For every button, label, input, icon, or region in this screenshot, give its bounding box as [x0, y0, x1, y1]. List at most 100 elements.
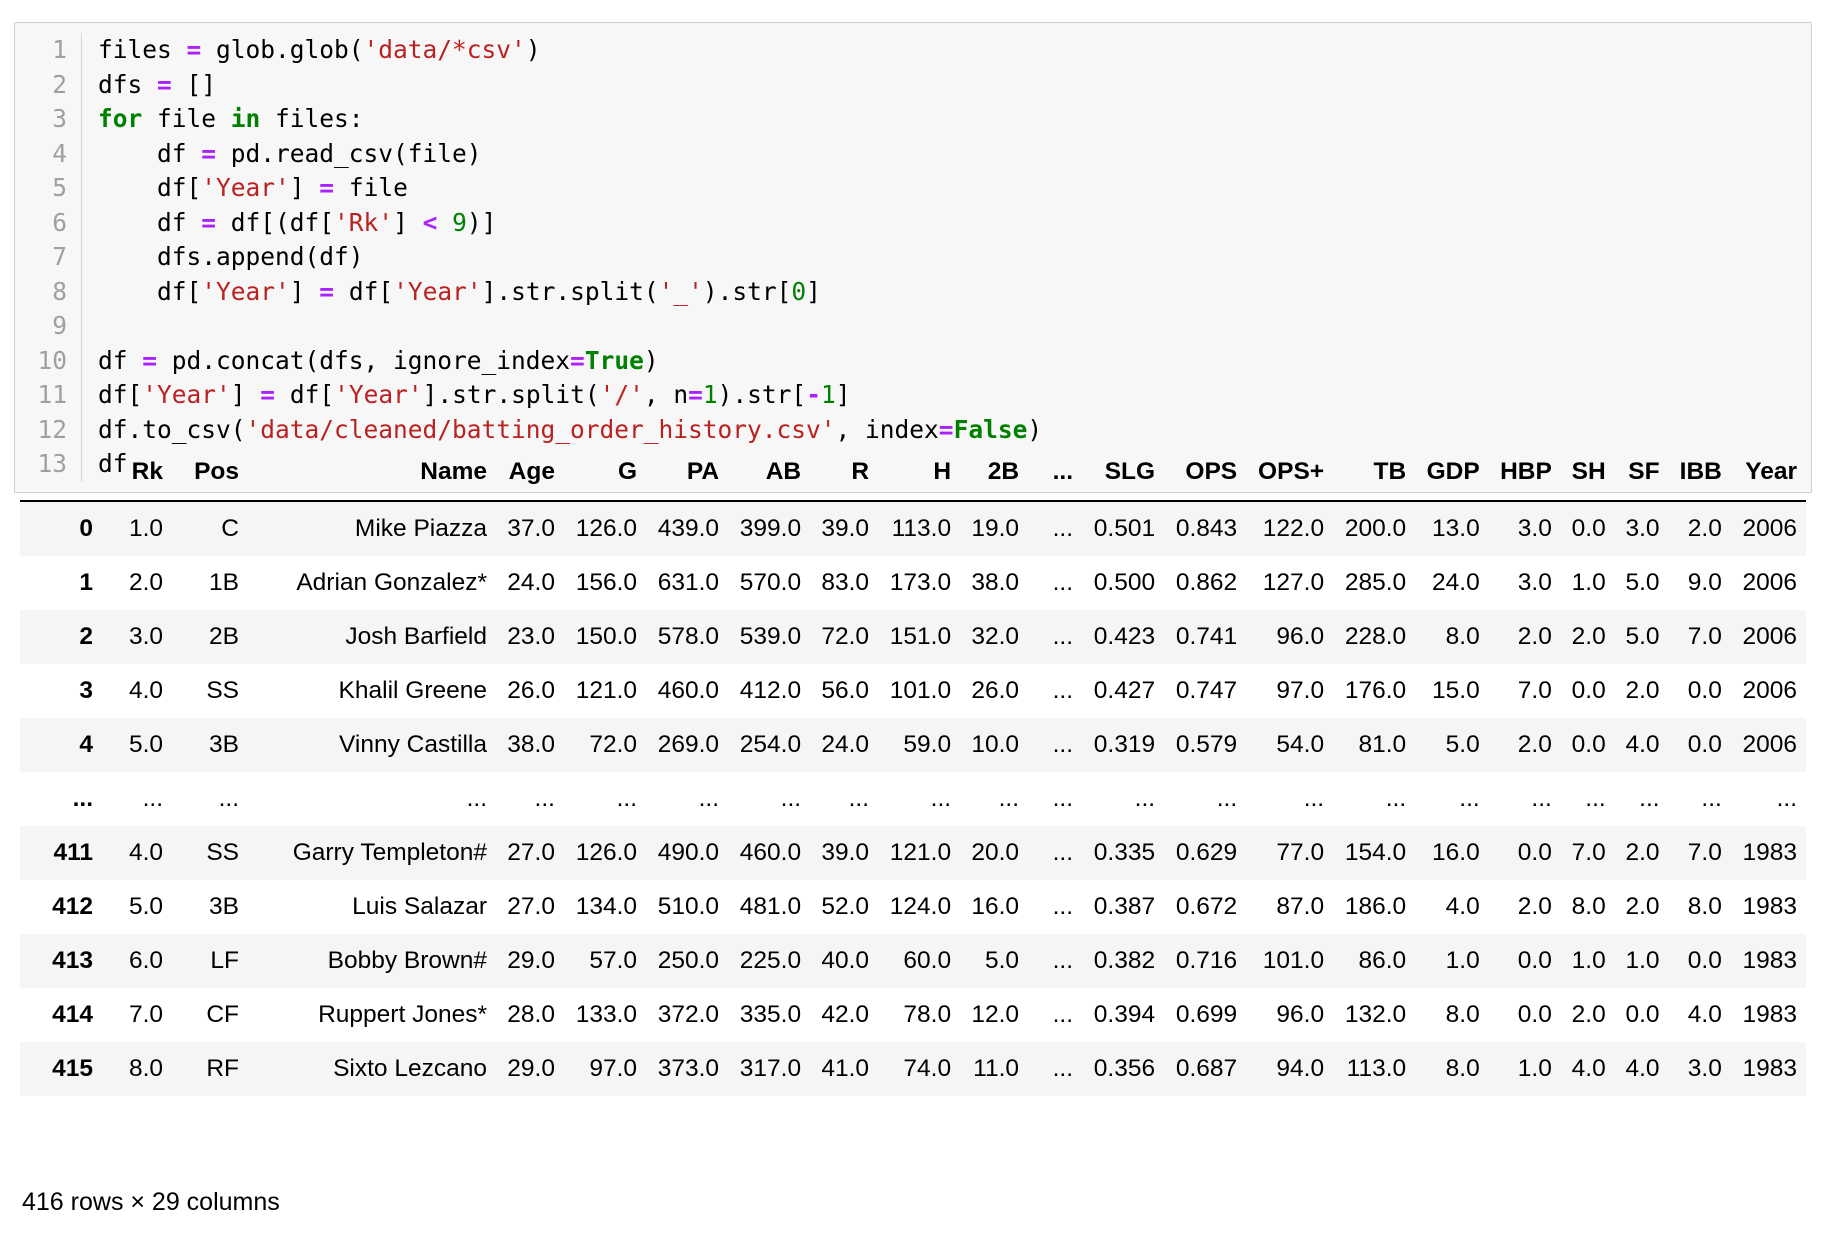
table-cell: 1.0 [1445, 947, 1480, 974]
code-cell[interactable]: 1 files = glob.glob('data/*csv') 2 dfs = []… [14, 22, 1812, 493]
code-line: 6 df = df[(df['Rk'] < 9)] [15, 205, 1811, 240]
table-cell: 4.0 [1571, 1055, 1606, 1082]
table-cell: ... [1052, 569, 1074, 596]
table-cell: 1983 [1742, 947, 1797, 974]
code-token: df [98, 138, 202, 168]
table-cell: 0.394 [1093, 1001, 1156, 1028]
table-cell: 578.0 [657, 623, 720, 650]
table-cell: 0.716 [1175, 947, 1238, 974]
table-row: 411 4.0 SS Garry Templeton# 27.0 126.0 490.0 46… [20, 826, 1806, 880]
column-header-sh: SH [1560, 452, 1615, 502]
table-cell: 1983 [1742, 893, 1797, 920]
table-cell: 97.0 [1276, 677, 1325, 704]
table-cell: 13.0 [1432, 515, 1480, 542]
table-cell: 2.0 [1517, 893, 1552, 920]
table-cell: 19.0 [971, 515, 1020, 542]
table-cell: 3.0 [128, 623, 163, 650]
code-token: 'Year' [393, 276, 482, 306]
table-cell: 1.0 [1571, 569, 1606, 596]
column-header-name: Name [248, 452, 496, 502]
table-cell: 0.319 [1093, 731, 1156, 758]
table-row: ........................................… [20, 772, 1806, 826]
table-cell: 5.0 [128, 731, 163, 758]
code-token: '_' [658, 276, 703, 306]
table-cell: CF [206, 1001, 239, 1028]
table-cell: ... [698, 785, 720, 812]
code-token: 'Rk' [334, 207, 394, 237]
code-token: file [142, 104, 231, 133]
table-cell: 0.500 [1093, 569, 1156, 596]
table-cell: ... [142, 785, 163, 812]
table-cell: 2006 [1742, 515, 1797, 542]
table-cell: 0.0 [1571, 677, 1606, 704]
table-cell: 335.0 [739, 1001, 802, 1028]
table-cell: ... [1052, 785, 1074, 812]
code-token: ) [1027, 414, 1043, 444]
table-cell: SS [206, 677, 239, 704]
row-index: 3 [79, 677, 93, 704]
table-cell: ... [1459, 785, 1480, 812]
code-line: 12 df.to_csv('data/cleaned/batting_order_… [15, 412, 1811, 447]
table-cell: Josh Barfield [345, 623, 487, 650]
table-cell: 3.0 [1517, 569, 1552, 596]
table-row: 412 5.0 3B Luis Salazar 27.0 134.0 510.0 481.0 5… [20, 880, 1806, 934]
table-cell: 8.0 [1445, 1001, 1480, 1028]
table-cell: 0.335 [1093, 839, 1156, 866]
table-cell: 26.0 [507, 677, 555, 704]
code-token: file [334, 173, 408, 202]
table-row: 4 5.0 3B Vinny Castilla 38.0 72.0 269.0 254.0 24… [20, 718, 1806, 772]
code-line: 1 files = glob.glob('data/*csv') [15, 33, 1811, 68]
table-cell: RF [206, 1055, 239, 1082]
code-token: 'data/cleaned/batting_order_history.csv' [245, 414, 836, 444]
table-cell: 96.0 [1276, 1001, 1325, 1028]
table-cell: 0.579 [1175, 731, 1238, 758]
table-cell: 0.0 [1625, 1001, 1660, 1028]
table-cell: 439.0 [657, 515, 720, 542]
row-index: 411 [53, 839, 93, 866]
table-cell: 83.0 [821, 569, 870, 596]
table-cell: 8.0 [1445, 1055, 1480, 1082]
table-cell: 5.0 [984, 947, 1020, 974]
table-cell: 200.0 [1344, 515, 1407, 542]
table-cell: 40.0 [821, 947, 870, 974]
table-cell: 11.0 [973, 1055, 1020, 1082]
code-token: for [98, 104, 143, 133]
table-cell: 86.0 [1358, 947, 1407, 974]
table-cell: 3B [209, 893, 239, 920]
table-cell: 156.0 [575, 569, 637, 596]
table-cell: ... [1639, 785, 1660, 812]
table-cell: 16.0 [971, 893, 1020, 920]
table-cell: 3.0 [1625, 515, 1660, 542]
table-cell: 72.0 [589, 731, 637, 758]
table-cell: 16.0 [1432, 839, 1480, 866]
code-editor[interactable]: 1 files = glob.glob('data/*csv') 2 dfs = []… [15, 33, 1811, 482]
table-cell: 8.0 [1687, 893, 1722, 920]
table-cell: 0.501 [1093, 515, 1156, 542]
table-cell: ... [1385, 785, 1407, 812]
column-header-age: Age [496, 452, 564, 502]
table-cell: 74.0 [903, 1055, 952, 1082]
column-header-gdp: GDP [1415, 452, 1489, 502]
table-cell: 0.0 [1687, 947, 1722, 974]
table-cell: 126.0 [575, 839, 637, 866]
table-cell: ... [1052, 515, 1074, 542]
table-cell: 27.0 [507, 893, 555, 920]
code-token: [] [171, 69, 217, 99]
code-token: = [260, 380, 276, 409]
table-cell: 7.0 [128, 1001, 163, 1028]
code-token: ] [289, 276, 320, 306]
table-cell: C [221, 515, 239, 542]
table-cell: 285.0 [1344, 569, 1407, 596]
table-cell: ... [1052, 893, 1074, 920]
table-cell: ... [998, 785, 1020, 812]
table-cell: 27.0 [507, 839, 555, 866]
table-cell: ... [534, 785, 555, 812]
table-cell: 52.0 [821, 893, 870, 920]
table-cell: 0.862 [1175, 569, 1238, 596]
table-cell: 77.0 [1276, 839, 1325, 866]
table-cell: 38.0 [507, 731, 555, 758]
table-cell: 132.0 [1344, 1001, 1407, 1028]
code-token: - [806, 380, 821, 409]
table-cell: ... [1052, 1001, 1074, 1028]
